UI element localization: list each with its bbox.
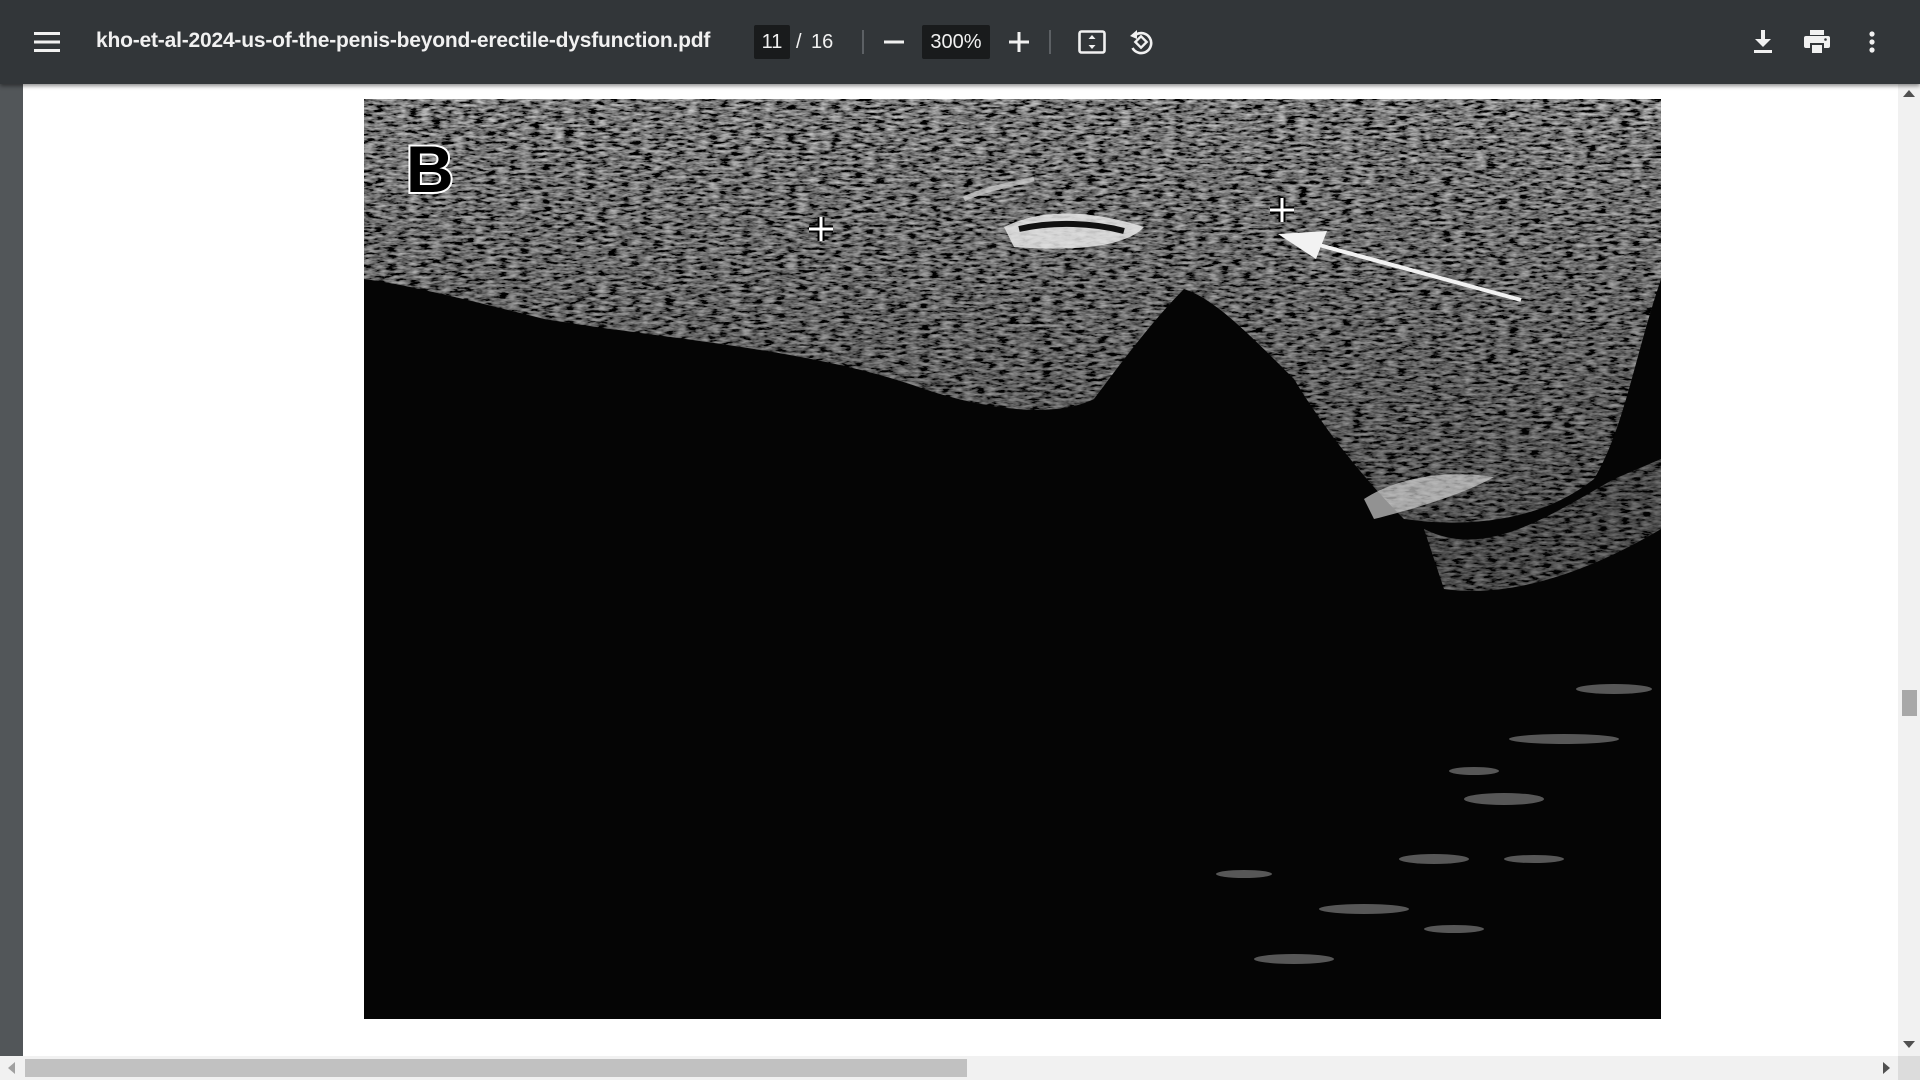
menu-button[interactable] (23, 18, 71, 66)
fit-to-page-button[interactable] (1068, 18, 1116, 66)
rotate-button[interactable] (1117, 18, 1165, 66)
pdf-toolbar: kho-et-al-2024-us-of-the-penis-beyond-er… (0, 0, 1920, 84)
horizontal-scroll-thumb[interactable] (25, 1059, 967, 1077)
zoom-level-input[interactable] (922, 25, 990, 59)
zoom-out-button[interactable] (870, 18, 918, 66)
figure-panel-label: B (404, 130, 456, 208)
toolbar-divider (862, 30, 864, 54)
page-number-input[interactable] (754, 25, 790, 59)
plus-icon (1009, 32, 1029, 52)
pdf-page: B (23, 84, 1898, 1056)
toolbar-divider (1049, 30, 1051, 54)
scroll-up-arrow-icon[interactable] (1903, 90, 1915, 97)
download-icon (1754, 30, 1772, 53)
scroll-right-arrow-icon[interactable] (1883, 1062, 1890, 1074)
scrollbar-corner (1898, 1056, 1920, 1080)
rotate-counterclockwise-icon (1130, 30, 1153, 55)
vertical-scrollbar[interactable] (1898, 84, 1920, 1056)
cut-off-caption-text (393, 1044, 1643, 1056)
total-pages: 16 (811, 31, 834, 53)
vertical-scroll-thumb[interactable] (1902, 690, 1917, 716)
scroll-left-arrow-icon[interactable] (8, 1062, 15, 1074)
more-actions-button[interactable] (1848, 18, 1896, 66)
horizontal-scrollbar[interactable] (0, 1056, 1898, 1080)
printer-icon (1804, 30, 1830, 54)
download-button[interactable] (1739, 18, 1787, 66)
zoom-in-button[interactable] (995, 18, 1043, 66)
fit-to-page-icon (1078, 30, 1106, 54)
minus-icon (884, 40, 904, 44)
ultrasound-figure: B (364, 99, 1661, 1019)
ultrasound-image (364, 99, 1661, 1019)
page-separator: / (796, 31, 802, 53)
hamburger-menu-icon (34, 32, 60, 52)
scroll-down-arrow-icon[interactable] (1903, 1041, 1915, 1048)
print-button[interactable] (1793, 18, 1841, 66)
vertical-dots-icon (1869, 31, 1875, 53)
pdf-viewer-area[interactable]: B (0, 84, 1898, 1056)
document-title: kho-et-al-2024-us-of-the-penis-beyond-er… (96, 29, 711, 52)
